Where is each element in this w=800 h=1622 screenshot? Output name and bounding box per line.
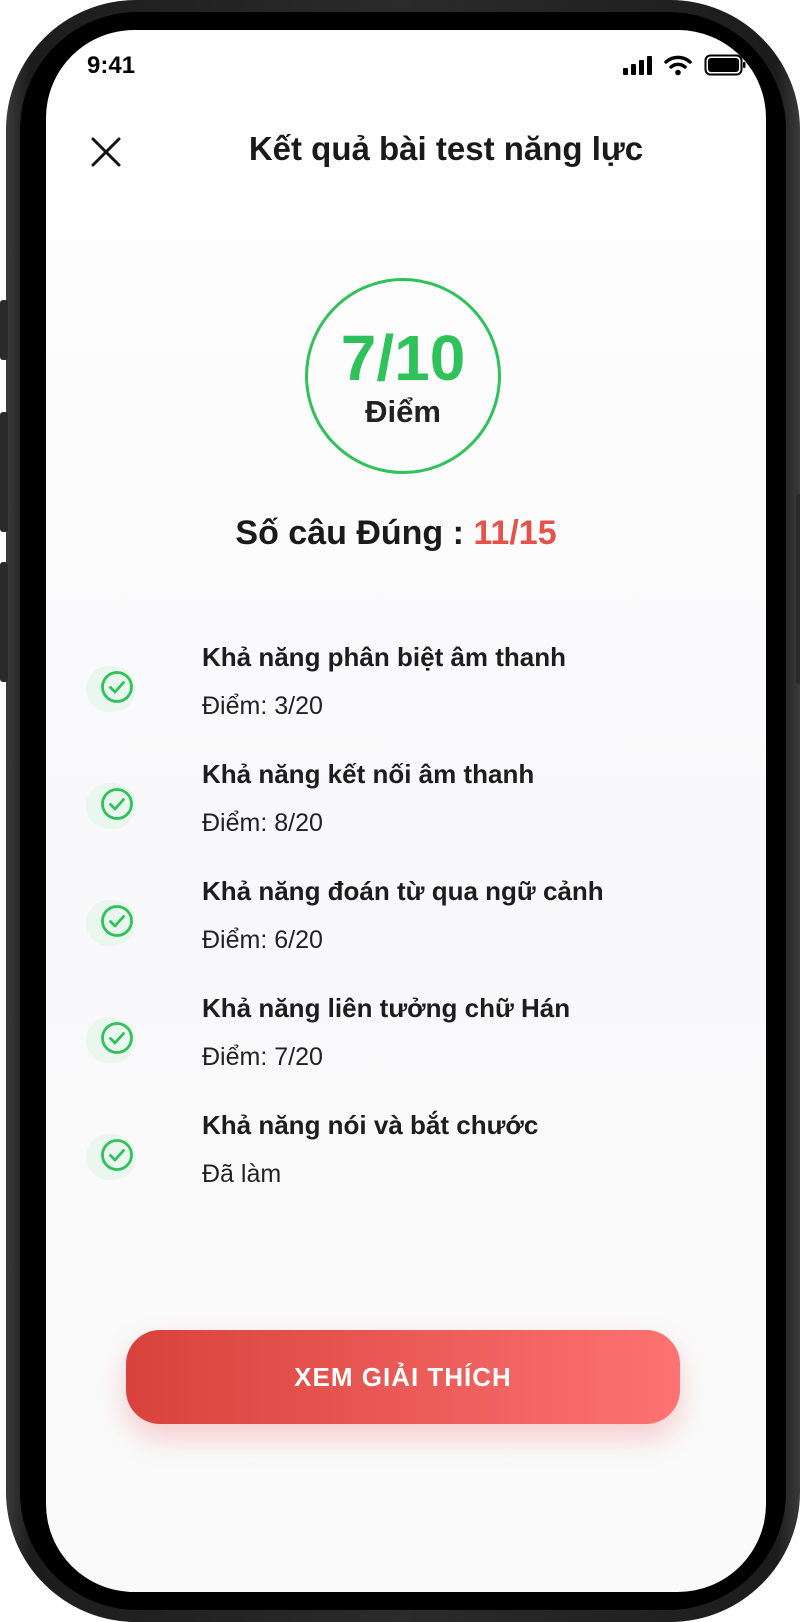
check-circle-icon [86, 900, 136, 946]
skill-name: Khả năng kết nối âm thanh [202, 759, 535, 789]
skill-name: Khả năng đoán từ qua ngữ cảnh [202, 876, 604, 906]
check-circle-icon [86, 666, 136, 712]
skill-score: Điểm: 8/20 [202, 809, 323, 837]
score-value: 7/10 [340, 322, 466, 394]
status-time: 9:41 [87, 52, 136, 79]
side-button [0, 300, 8, 360]
view-explanation-button[interactable]: XEM GIẢI THÍCH [126, 1330, 680, 1424]
page-title: Kết quả bài test năng lực [248, 130, 644, 167]
phone-frame: 9:41 Kết quả bài test năng lực 7/10 Điểm… [0, 0, 800, 1622]
battery-icon [704, 54, 746, 76]
wifi-icon [664, 55, 692, 76]
skill-name: Khả năng phân biệt âm thanh [202, 642, 567, 672]
volume-down-button [0, 562, 8, 682]
check-circle-icon [86, 1134, 136, 1180]
skill-item: Khả năng liên tưởng chữ Hán Điểm: 7/20 [86, 993, 726, 1093]
check-circle-icon [86, 1017, 136, 1063]
correct-label: Số câu Đúng : [235, 514, 474, 552]
power-button [796, 494, 800, 684]
skill-name: Khả năng liên tưởng chữ Hán [202, 993, 571, 1023]
score-unit: Điểm [365, 394, 441, 429]
skill-score: Đã làm [202, 1160, 282, 1188]
skill-score: Điểm: 7/20 [202, 1043, 323, 1071]
skill-name: Khả năng nói và bắt chước [202, 1110, 539, 1140]
skill-item: Khả năng phân biệt âm thanh Điểm: 3/20 [86, 642, 726, 742]
close-icon[interactable] [86, 132, 126, 172]
app-screen: 9:41 Kết quả bài test năng lực 7/10 Điểm… [46, 30, 766, 1592]
correct-answers: Số câu Đúng : 11/15 [46, 514, 746, 553]
correct-value: 11/15 [473, 514, 557, 552]
status-icons [623, 54, 746, 76]
score-circle: 7/10 Điểm [305, 278, 501, 474]
volume-up-button [0, 412, 8, 532]
skill-item: Khả năng nói và bắt chước Đã làm [86, 1110, 726, 1210]
skill-item: Khả năng đoán từ qua ngữ cảnh Điểm: 6/20 [86, 876, 726, 976]
check-circle-icon [86, 783, 136, 829]
signal-icon [623, 55, 652, 75]
skill-item: Khả năng kết nối âm thanh Điểm: 8/20 [86, 759, 726, 859]
skill-score: Điểm: 6/20 [202, 926, 323, 954]
skill-score: Điểm: 3/20 [202, 692, 323, 720]
